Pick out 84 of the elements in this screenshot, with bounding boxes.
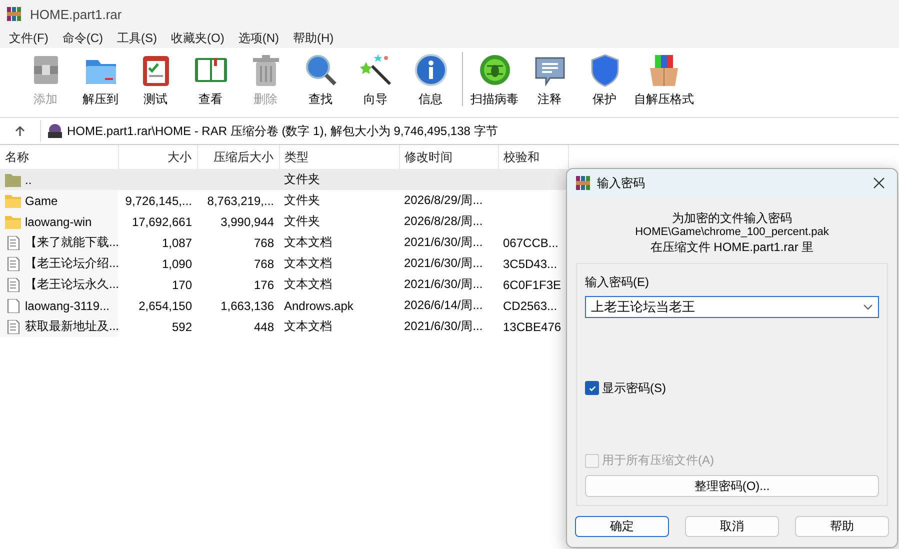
table-cell: 448: [254, 320, 274, 334]
text-file-icon: [5, 236, 21, 250]
table-cell: 文件夹: [284, 193, 320, 207]
table-cell: Androws.apk: [284, 298, 354, 312]
dialog-button[interactable]: 帮助: [795, 516, 889, 537]
magic-wand-icon: [358, 52, 394, 88]
toolbar-button[interactable]: 自解压格式: [632, 52, 696, 108]
toolbar-button[interactable]: 保护: [577, 52, 632, 108]
table-cell: 1,090: [162, 256, 192, 270]
menu-item[interactable]: 工具(S): [110, 28, 164, 48]
toolbar-button[interactable]: 向导: [348, 52, 403, 108]
table-cell: 文本文档: [284, 277, 332, 291]
dialog-title: 输入密码: [597, 174, 646, 192]
organize-passwords-button[interactable]: 整理密码(O)...: [585, 475, 879, 497]
toolbar-button[interactable]: 测试: [128, 52, 183, 108]
window-title: HOME.part1.rar: [30, 6, 122, 22]
table-cell: 1,663,136: [220, 298, 274, 312]
app-logo-icon: [6, 6, 22, 22]
address-path: HOME.part1.rar\HOME - RAR 压缩分卷 (数字 1), 解包大小为 9,746,495,138 字节: [67, 122, 498, 140]
checkbox-label: 显示密码(S): [602, 380, 666, 397]
table-cell: 9,726,145,...: [125, 194, 192, 208]
table-cell: CD2563...: [503, 298, 558, 312]
close-icon: [873, 177, 885, 189]
archive-icon: [47, 123, 63, 139]
checkmark-icon: [588, 384, 596, 393]
table-cell: 2,654,150: [138, 298, 192, 312]
toolbar-button[interactable]: 扫描病毒: [467, 52, 522, 108]
table-cell: 067CCB...: [503, 236, 558, 250]
file-name[interactable]: ..: [25, 172, 32, 186]
folder-icon: [5, 194, 21, 208]
menu-item[interactable]: 文件(F): [2, 28, 56, 48]
up-arrow-icon[interactable]: [14, 125, 26, 137]
table-cell: 176: [254, 278, 274, 292]
table-cell: 3,990,944: [220, 214, 274, 228]
table-cell: 文本文档: [284, 319, 332, 333]
table-cell: 2021/6/30/周...: [404, 319, 483, 333]
chevron-down-icon[interactable]: [863, 304, 873, 310]
file-name[interactable]: Game: [25, 194, 58, 208]
password-field[interactable]: 上老王论坛当老王: [585, 296, 879, 318]
folder-icon: [5, 172, 21, 186]
toolbar-button[interactable]: 查看: [183, 52, 238, 108]
info-icon: [412, 52, 448, 88]
field-label: 输入密码(E): [585, 274, 650, 291]
table-cell: 592: [172, 320, 192, 334]
toolbar-button[interactable]: 信息: [403, 52, 458, 108]
table-cell: 768: [254, 236, 274, 250]
menu-item[interactable]: 命令(C): [55, 28, 110, 48]
dialog-button[interactable]: 取消: [685, 516, 779, 537]
table-cell: 2021/6/30/周...: [404, 256, 483, 270]
dialog-button[interactable]: 确定: [575, 516, 669, 537]
toolbar-button[interactable]: 注释: [522, 52, 577, 108]
table-cell: 17,692,661: [132, 214, 192, 228]
text-file-icon: [5, 256, 21, 270]
folder-icon: [5, 214, 21, 228]
toolbar-button[interactable]: 解压到: [73, 52, 128, 108]
file-icon: [5, 298, 21, 312]
table-cell: 2026/8/28/周...: [404, 214, 483, 228]
table-cell: 3C5D43...: [503, 256, 558, 270]
table-cell: 6C0F1F3E: [503, 278, 562, 292]
checkbox[interactable]: [585, 381, 599, 396]
menu-item[interactable]: 收藏夹(O): [164, 28, 232, 48]
table-cell: 文本文档: [284, 235, 332, 249]
checkbox-label: 用于所有压缩文件(A): [602, 452, 714, 469]
table-cell: 2026/8/29/周...: [404, 193, 483, 207]
table-cell: 2021/6/30/周...: [404, 277, 483, 291]
dialog-heading: 为加密的文件输入密码: [671, 211, 793, 226]
table-cell: 170: [172, 278, 192, 292]
file-path: HOME\Game\chrome_100_percent.pak: [634, 226, 830, 240]
table-cell: 13CBE476: [503, 320, 562, 334]
archive-name: 在压缩文件 HOME.part1.rar 里: [649, 240, 815, 255]
table-cell: 1,087: [162, 236, 192, 250]
text-file-icon: [5, 278, 21, 292]
app-logo-icon: [575, 175, 591, 191]
table-cell: 文件夹: [284, 172, 320, 186]
table-cell: 文本文档: [284, 256, 332, 270]
table-cell: 文件夹: [284, 214, 320, 228]
toolbar-button[interactable]: 查找: [293, 52, 348, 108]
table-cell: 2021/6/30/周...: [404, 235, 483, 249]
menu-item[interactable]: 帮助(H): [286, 28, 341, 48]
table-cell: 768: [254, 256, 274, 270]
table-cell: 8,763,219,...: [207, 194, 274, 208]
table-cell: 2026/6/14/周...: [404, 298, 483, 312]
menu-item[interactable]: 选项(N): [231, 28, 286, 48]
text-file-icon: [5, 320, 21, 334]
